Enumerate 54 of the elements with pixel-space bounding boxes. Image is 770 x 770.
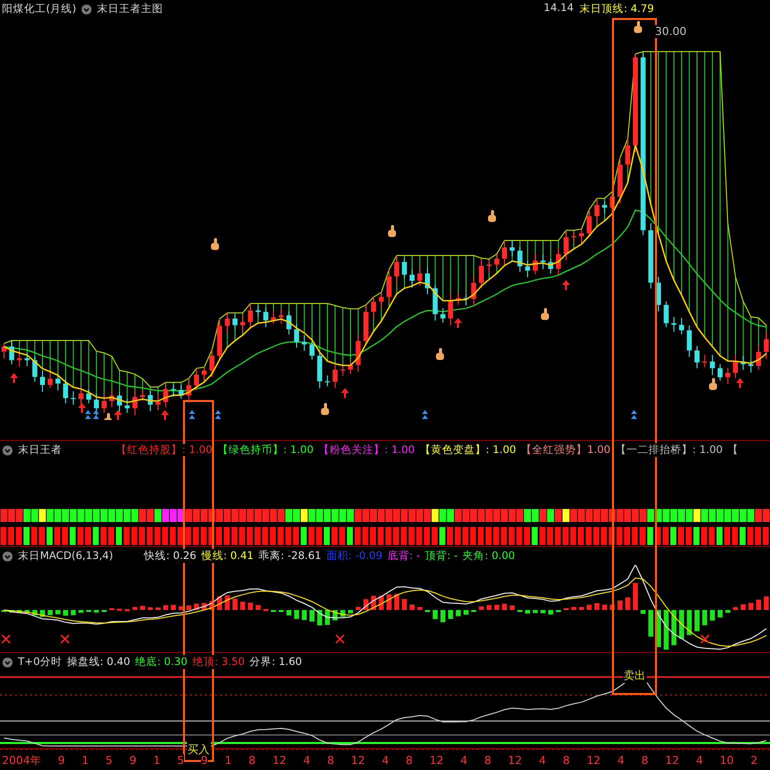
axis-label: 4 — [538, 754, 546, 766]
axis-label: 12 — [508, 754, 522, 766]
indicator-value: 顶背: - — [425, 549, 458, 563]
indicator-value: 分界: 1.60 — [250, 655, 302, 669]
axis-label: 1 — [82, 754, 89, 766]
indicator-value: 慢线: 0.41 — [201, 549, 254, 563]
axis-label: 5 — [177, 754, 184, 766]
axis-label: 4 — [696, 754, 703, 766]
axis-label: 8 — [641, 754, 648, 766]
axis-label: 12 — [350, 754, 365, 766]
axis-label: 9 — [58, 754, 65, 766]
legend-value: : 1.00 — [182, 444, 212, 456]
axis-label: 8 — [562, 754, 570, 766]
stock-title: 阳煤化工(月线) — [2, 2, 76, 16]
axis-label: 8 — [484, 754, 492, 766]
axis-label: 2 — [750, 754, 758, 766]
axis-label: 4 — [303, 754, 310, 766]
signal-label: 卖出 — [622, 668, 646, 683]
indicator-value: 快线: 0.26 — [144, 549, 196, 563]
indicator-value: 乖离: -28.61 — [258, 549, 322, 563]
legend-value: : 1.00 — [384, 444, 415, 456]
axis-label: 9 — [129, 754, 136, 766]
top-line-value: 末日顶线: 4.79 — [580, 2, 654, 16]
indicator-value: 绝顶: 3.50 — [192, 655, 245, 669]
legend-value: : 1.00 — [486, 444, 516, 456]
axis-label: 1 — [224, 754, 232, 766]
indicator-title: T+0分时 — [18, 655, 62, 669]
indicator-value: 操盘线: 0.40 — [66, 655, 130, 669]
signal-label: 买入 — [186, 742, 210, 757]
axis-label: 10 — [720, 754, 734, 766]
indicator-value: 面积: -0.09 — [326, 549, 382, 563]
axis-label: 2004年 — [2, 752, 41, 768]
indicator-value: 夹角: 0.00 — [462, 549, 515, 563]
axis-label: 4 — [617, 754, 624, 766]
indicator-value: 绝底: 0.30 — [135, 655, 188, 669]
axis-label: 8 — [248, 754, 256, 766]
indicator-title: 末日MACD(6,13,4) — [18, 549, 114, 563]
legend-value: : 1.00 — [692, 444, 723, 456]
axis-label: 5 — [106, 754, 113, 766]
indicator-title: 末日王者 — [18, 443, 62, 457]
indicator-title: 末日王者主图 — [97, 2, 164, 16]
axis-label: 12 — [665, 754, 680, 766]
axis-label: 4 — [460, 754, 468, 766]
axis-label: 4 — [382, 754, 389, 766]
max-price-label: 30.00 — [655, 25, 686, 38]
axis-label: 8 — [406, 754, 413, 766]
legend-value: : 1.00 — [283, 444, 314, 456]
legend-value: 1.00 — [587, 444, 610, 456]
axis-label: 12 — [272, 754, 286, 766]
indicator-value: 底背: - — [387, 549, 420, 563]
axis-label: 8 — [327, 754, 334, 766]
axis-label: 12 — [430, 754, 444, 766]
axis-label: 1 — [153, 754, 160, 766]
axis-label: 12 — [586, 754, 601, 766]
